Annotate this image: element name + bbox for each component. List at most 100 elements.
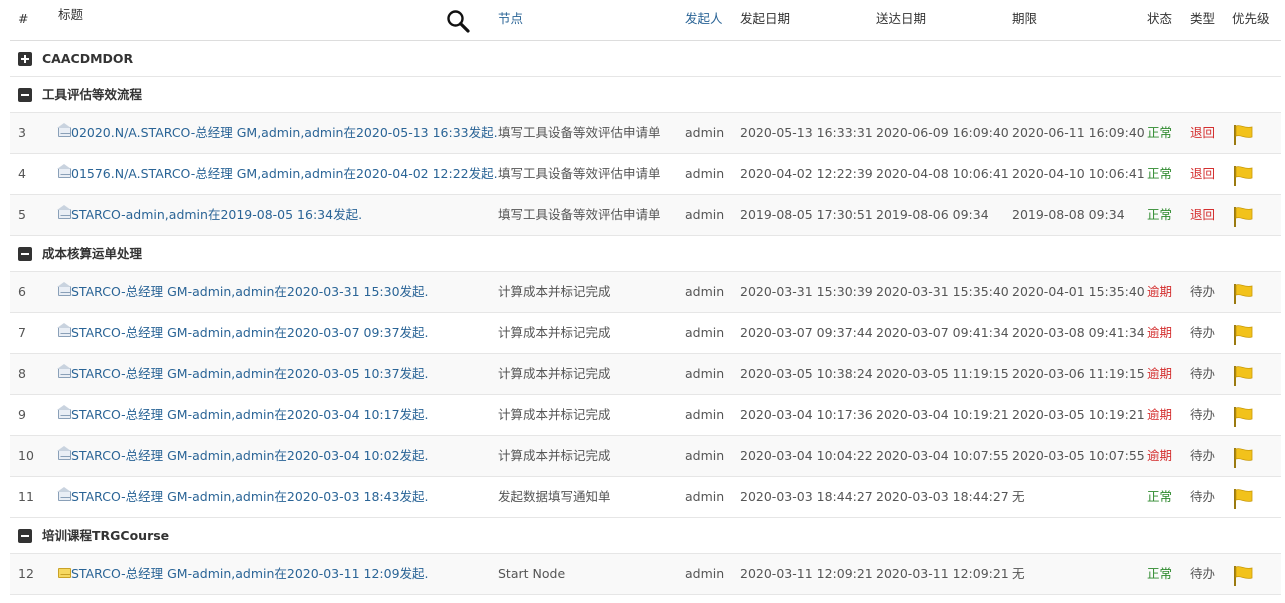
row-start-date: 2020-04-02 12:22:39 xyxy=(740,166,873,181)
flag-icon[interactable] xyxy=(1232,445,1254,468)
group-row[interactable]: 培训课程TRGCourse xyxy=(10,518,1281,554)
minus-square-icon[interactable] xyxy=(18,529,32,543)
row-deadline: 2020-03-05 10:19:21 xyxy=(1012,407,1145,422)
row-initiator: admin xyxy=(685,489,725,504)
mail-open-icon xyxy=(57,123,71,137)
row-title-link[interactable]: 01576.N/A.STARCO-总经理 GM,admin,admin在2020… xyxy=(71,154,498,194)
mail-open-icon xyxy=(57,164,71,178)
plus-square-icon[interactable] xyxy=(18,52,32,66)
group-title: 工具评估等效流程 xyxy=(42,87,143,102)
table-row[interactable]: 10 STARCO-总经理 GM-admin,admin在2020-03-04 1… xyxy=(10,436,1281,477)
row-node: Start Node xyxy=(498,566,566,581)
table-row[interactable]: 4 01576.N/A.STARCO-总经理 GM,admin,admin在202… xyxy=(10,154,1281,195)
table-row[interactable]: 12 STARCO-总经理 GM-admin,admin在2020-03-11 1… xyxy=(10,554,1281,595)
group-row[interactable]: 成本核算运单处理 xyxy=(10,236,1281,272)
mail-open-icon xyxy=(57,323,71,337)
flag-icon[interactable] xyxy=(1232,322,1254,345)
search-icon[interactable] xyxy=(446,9,470,33)
row-start-date: 2020-03-03 18:44:27 xyxy=(740,489,873,504)
header-node[interactable]: 节点 xyxy=(498,0,523,38)
table-row[interactable]: 11 STARCO-总经理 GM-admin,admin在2020-03-03 1… xyxy=(10,477,1281,518)
row-status: 逾期 xyxy=(1147,407,1173,422)
row-start-date: 2020-05-13 16:33:31 xyxy=(740,125,873,140)
row-title-link[interactable]: STARCO-总经理 GM-admin,admin在2020-03-31 15:… xyxy=(71,272,429,312)
row-start-date: 2020-03-05 10:38:24 xyxy=(740,366,873,381)
header-type: 类型 xyxy=(1190,11,1216,26)
row-initiator: admin xyxy=(685,566,725,581)
row-title-link[interactable]: 02020.N/A.STARCO-总经理 GM,admin,admin在2020… xyxy=(71,113,498,153)
group-row[interactable]: CAACDMDOR xyxy=(10,41,1281,77)
task-list: # 标题 节点 发起人 发起日期 送达日期 期限 状态 类型 优先级 CAACD… xyxy=(0,0,1285,595)
row-num: 12 xyxy=(18,566,34,581)
flag-icon[interactable] xyxy=(1232,204,1254,227)
table-row[interactable]: 8 STARCO-总经理 GM-admin,admin在2020-03-05 10… xyxy=(10,354,1281,395)
table-row[interactable]: 5 STARCO-admin,admin在2019-08-05 16:34发起. 填… xyxy=(10,195,1281,236)
table-row[interactable]: 6 STARCO-总经理 GM-admin,admin在2020-03-31 15… xyxy=(10,272,1281,313)
header-priority: 优先级 xyxy=(1232,11,1270,26)
row-type: 退回 xyxy=(1190,166,1216,181)
row-title-link[interactable]: STARCO-总经理 GM-admin,admin在2020-03-04 10:… xyxy=(71,395,429,435)
row-deadline: 无 xyxy=(1012,566,1025,581)
row-deadline: 2020-03-06 11:19:15 xyxy=(1012,366,1145,381)
row-deadline: 2020-03-08 09:41:34 xyxy=(1012,325,1145,340)
row-initiator: admin xyxy=(685,284,725,299)
row-title-link[interactable]: STARCO-总经理 GM-admin,admin在2020-03-07 09:… xyxy=(71,313,429,353)
row-send-date: 2020-03-07 09:41:34 xyxy=(876,325,1009,340)
row-send-date: 2020-03-31 15:35:40 xyxy=(876,284,1009,299)
row-title-link[interactable]: STARCO-总经理 GM-admin,admin在2020-03-11 12:… xyxy=(71,554,429,594)
minus-square-icon[interactable] xyxy=(18,247,32,261)
flag-icon[interactable] xyxy=(1232,404,1254,427)
row-status: 逾期 xyxy=(1147,448,1173,463)
row-status: 正常 xyxy=(1147,207,1173,222)
row-node: 填写工具设备等效评估申请单 xyxy=(498,166,661,181)
flag-icon[interactable] xyxy=(1232,122,1254,145)
group-title: CAACDMDOR xyxy=(42,51,134,66)
header-initiator[interactable]: 发起人 xyxy=(685,0,723,38)
minus-square-icon[interactable] xyxy=(18,88,32,102)
mail-open-icon xyxy=(57,205,71,219)
row-deadline: 无 xyxy=(1012,489,1025,504)
header-send-date: 送达日期 xyxy=(876,11,927,26)
row-title-link[interactable]: STARCO-总经理 GM-admin,admin在2020-03-03 18:… xyxy=(71,477,429,517)
row-status: 正常 xyxy=(1147,166,1173,181)
row-title-link[interactable]: STARCO-admin,admin在2019-08-05 16:34发起. xyxy=(71,195,362,235)
table-row[interactable]: 9 STARCO-总经理 GM-admin,admin在2020-03-04 10… xyxy=(10,395,1281,436)
table-row[interactable]: 7 STARCO-总经理 GM-admin,admin在2020-03-07 09… xyxy=(10,313,1281,354)
header-title[interactable]: 标题 xyxy=(58,0,83,34)
row-start-date: 2020-03-07 09:37:44 xyxy=(740,325,873,340)
row-title-link[interactable]: STARCO-总经理 GM-admin,admin在2020-03-04 10:… xyxy=(71,436,429,476)
row-initiator: admin xyxy=(685,125,725,140)
mail-open-icon xyxy=(57,487,71,501)
row-type: 待办 xyxy=(1190,489,1216,504)
row-node: 计算成本并标记完成 xyxy=(498,407,611,422)
row-initiator: admin xyxy=(685,448,725,463)
flag-icon[interactable] xyxy=(1232,163,1254,186)
row-deadline: 2020-04-10 10:06:41 xyxy=(1012,166,1145,181)
row-status: 逾期 xyxy=(1147,366,1173,381)
row-title-link[interactable]: STARCO-总经理 GM-admin,admin在2020-03-05 10:… xyxy=(71,354,429,394)
table-row[interactable]: 3 02020.N/A.STARCO-总经理 GM,admin,admin在202… xyxy=(10,113,1281,154)
row-initiator: admin xyxy=(685,366,725,381)
group-row[interactable]: 工具评估等效流程 xyxy=(10,77,1281,113)
row-status: 正常 xyxy=(1147,489,1173,504)
row-num: 5 xyxy=(18,207,26,222)
flag-icon[interactable] xyxy=(1232,363,1254,386)
flag-icon[interactable] xyxy=(1232,563,1254,586)
row-initiator: admin xyxy=(685,207,725,222)
row-node: 填写工具设备等效评估申请单 xyxy=(498,125,661,140)
row-deadline: 2020-03-05 10:07:55 xyxy=(1012,448,1145,463)
row-send-date: 2020-03-03 18:44:27 xyxy=(876,489,1009,504)
row-start-date: 2019-08-05 17:30:51 xyxy=(740,207,873,222)
row-type: 退回 xyxy=(1190,207,1216,222)
group-title: 成本核算运单处理 xyxy=(42,246,143,261)
row-status: 正常 xyxy=(1147,566,1173,581)
row-status: 正常 xyxy=(1147,125,1173,140)
table-header: # 标题 节点 发起人 发起日期 送达日期 期限 状态 类型 优先级 xyxy=(10,0,1281,41)
row-type: 待办 xyxy=(1190,284,1216,299)
row-node: 计算成本并标记完成 xyxy=(498,284,611,299)
row-start-date: 2020-03-04 10:04:22 xyxy=(740,448,873,463)
mail-open-icon xyxy=(57,405,71,419)
flag-icon[interactable] xyxy=(1232,281,1254,304)
row-deadline: 2020-04-01 15:35:40 xyxy=(1012,284,1145,299)
flag-icon[interactable] xyxy=(1232,486,1254,509)
